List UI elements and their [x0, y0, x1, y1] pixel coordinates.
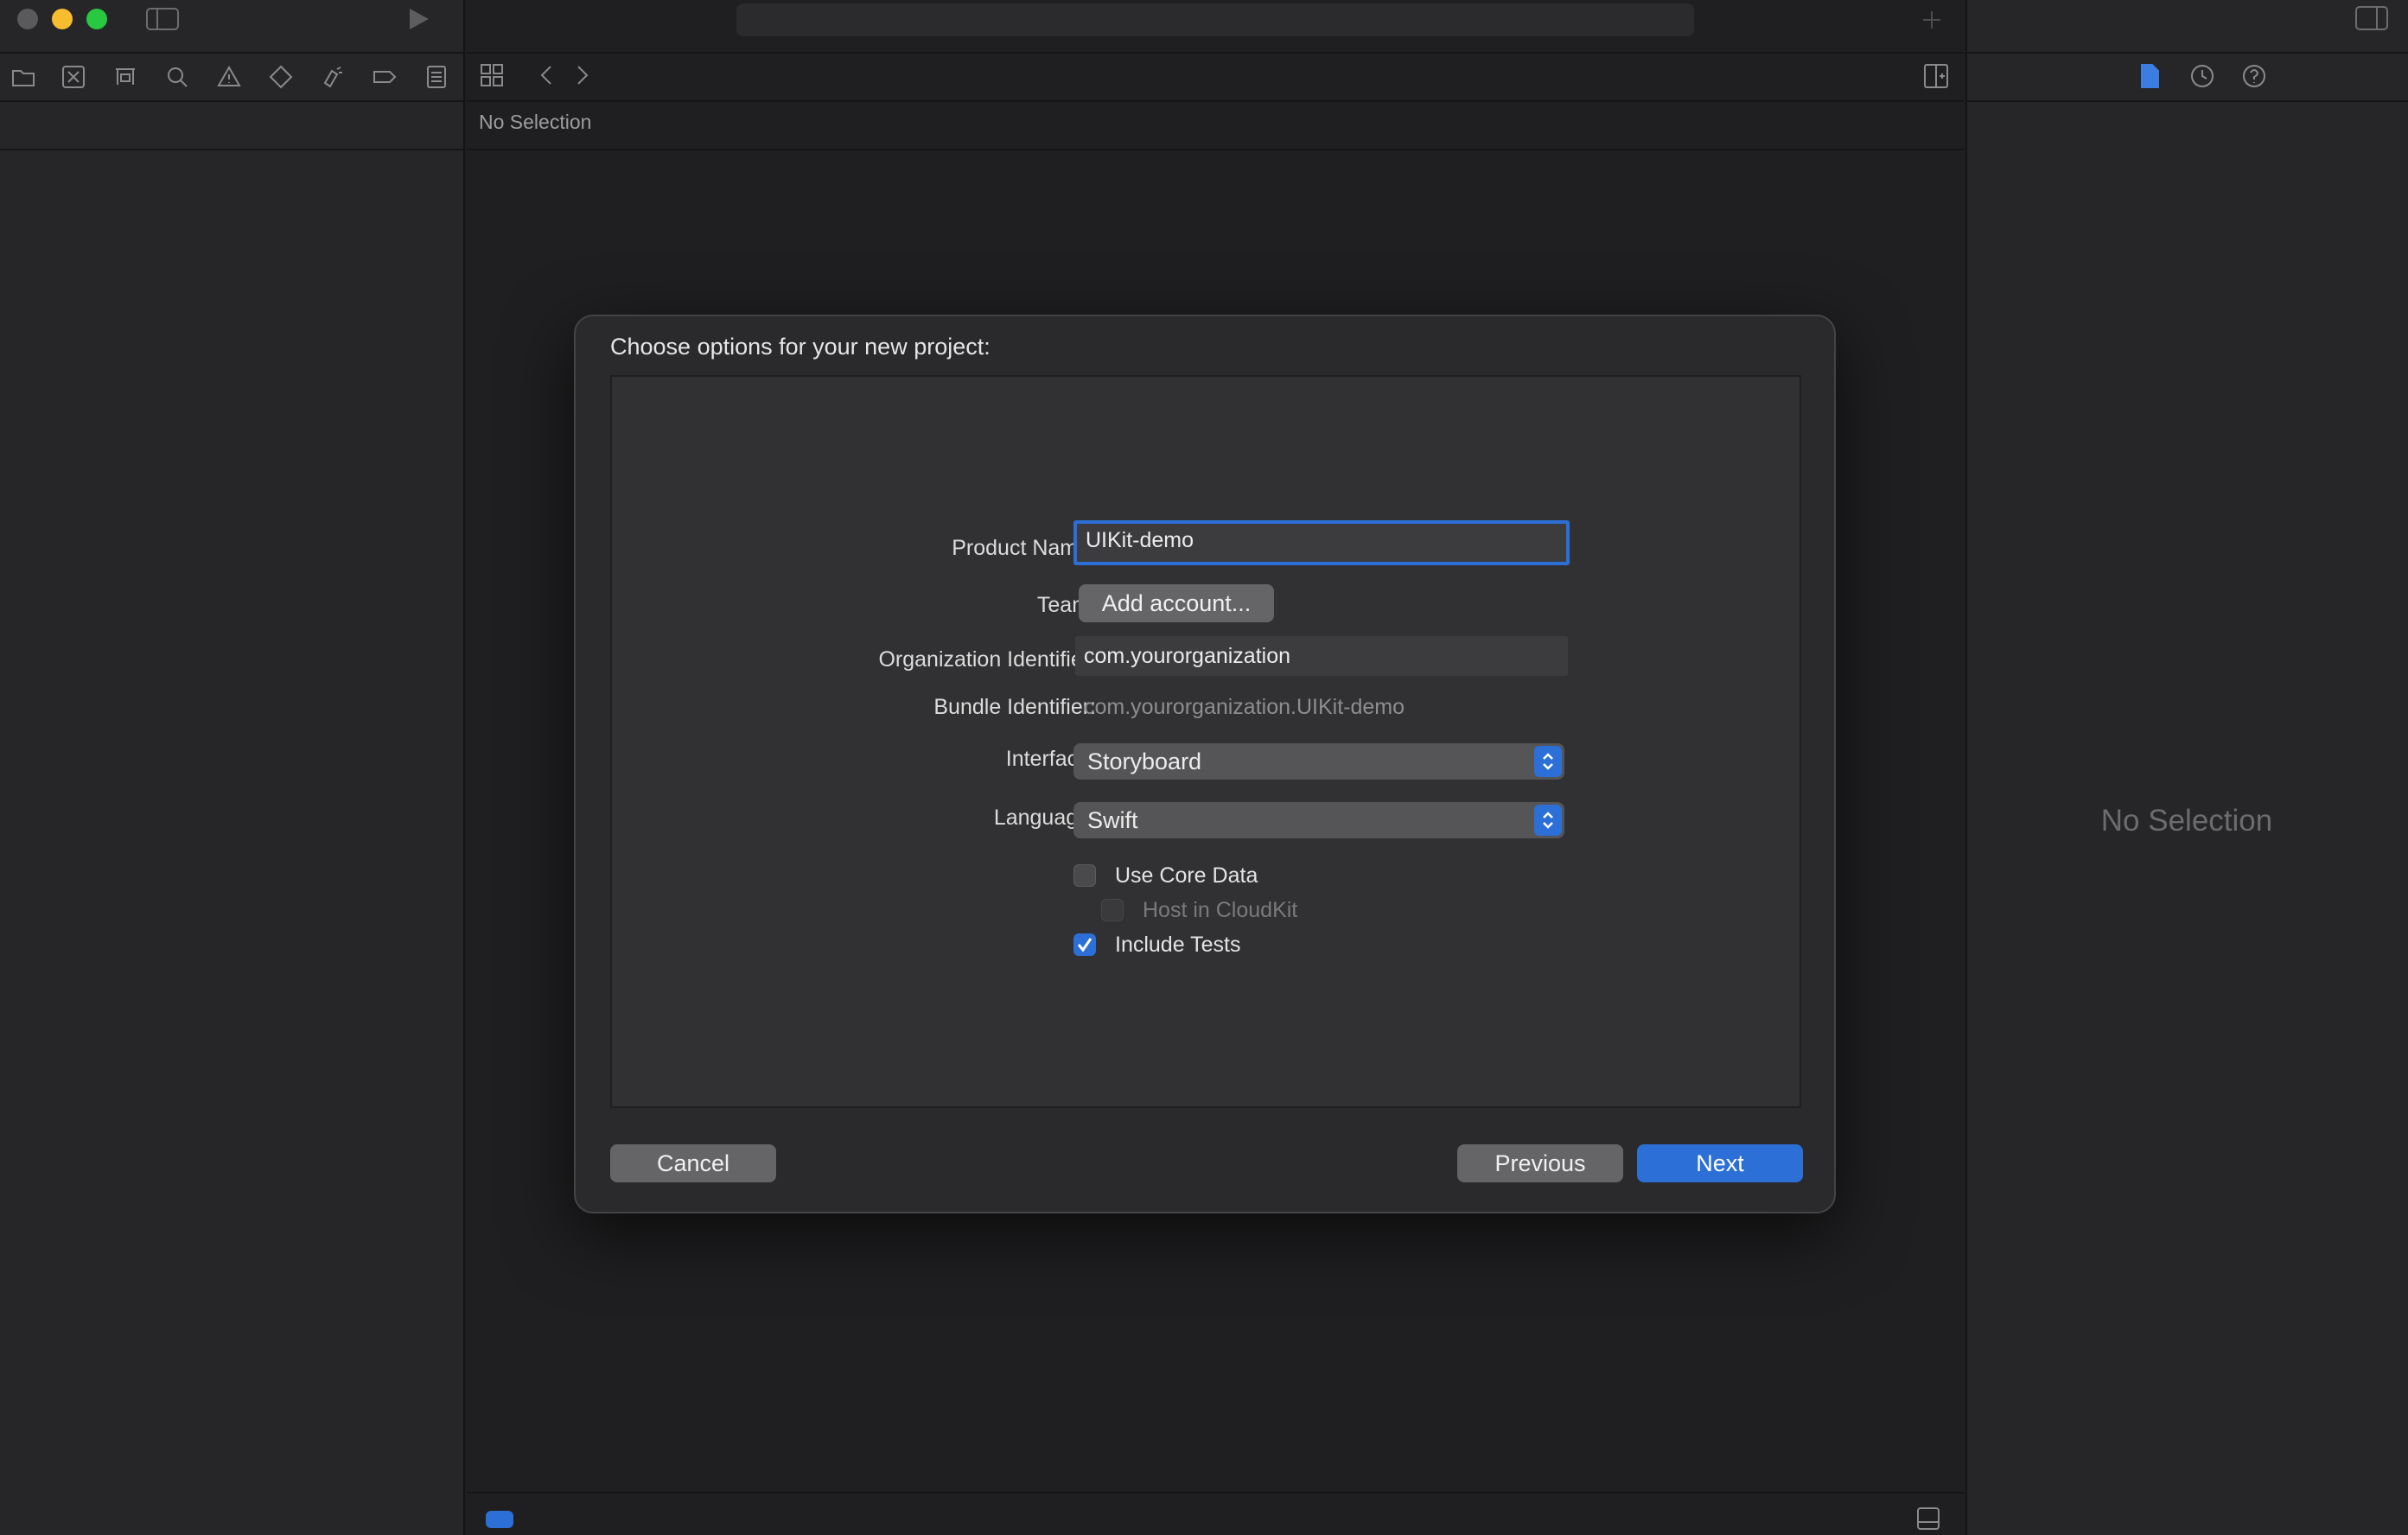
- debug-area-indicator-icon[interactable]: [486, 1511, 513, 1528]
- file-inspector-icon[interactable]: [2137, 62, 2163, 90]
- language-label: Language:: [993, 806, 1096, 830]
- breakpoint-icon[interactable]: [370, 62, 399, 92]
- inspector-empty-label: No Selection: [2100, 804, 2273, 838]
- organization-identifier-label: Organization Identifier:: [878, 647, 1096, 672]
- back-icon[interactable]: [534, 62, 560, 88]
- bundle-identifier-value: com.yourorganization.UIKit-demo: [1084, 695, 1405, 719]
- checkmark-icon: [1077, 938, 1093, 952]
- use-core-data-checkbox[interactable]: [1073, 864, 1096, 887]
- history-icon[interactable]: [2188, 62, 2216, 90]
- search-icon[interactable]: [162, 62, 192, 92]
- jump-bar-label: No Selection: [479, 111, 592, 133]
- product-name-label: Product Name:: [952, 536, 1096, 560]
- navigator-panel: [0, 0, 465, 1535]
- use-core-data-label: Use Core Data: [1115, 863, 1258, 888]
- options-panel: Product Name: UIKit-demo Team: Add accou…: [610, 375, 1801, 1108]
- help-icon[interactable]: [2240, 62, 2268, 90]
- test-icon[interactable]: [266, 62, 296, 92]
- next-button[interactable]: Next: [1637, 1144, 1803, 1182]
- include-tests-checkbox[interactable]: [1073, 933, 1096, 956]
- folder-icon[interactable]: [9, 62, 38, 92]
- add-icon[interactable]: [1919, 7, 1945, 33]
- close-window-button[interactable]: [17, 9, 38, 29]
- inspector-toggle-icon[interactable]: [2354, 5, 2389, 31]
- symbol-icon[interactable]: [111, 62, 140, 92]
- source-control-icon[interactable]: [59, 62, 88, 92]
- sidebar-toggle-icon[interactable]: [145, 7, 180, 31]
- forward-icon[interactable]: [569, 62, 595, 88]
- warning-icon[interactable]: [214, 62, 244, 92]
- chevron-updown-icon: [1534, 746, 1562, 777]
- organization-identifier-field[interactable]: com.yourorganization: [1075, 636, 1568, 676]
- interface-label: Interface:: [1005, 747, 1096, 771]
- add-account-button[interactable]: Add account...: [1079, 584, 1274, 622]
- host-in-cloudkit-label: Host in CloudKit: [1143, 898, 1298, 922]
- product-name-field[interactable]: UIKit-demo: [1073, 520, 1570, 565]
- interface-popup[interactable]: Storyboard: [1073, 743, 1564, 780]
- activity-viewer: [736, 3, 1694, 36]
- host-in-cloudkit-checkbox[interactable]: [1101, 899, 1124, 921]
- cancel-button[interactable]: Cancel: [610, 1144, 776, 1182]
- language-popup-value: Swift: [1087, 807, 1138, 833]
- team-label: Team:: [1036, 593, 1096, 617]
- minimize-window-button[interactable]: [52, 9, 73, 29]
- grid-icon[interactable]: [479, 62, 505, 88]
- interface-popup-value: Storyboard: [1087, 748, 1202, 774]
- dialog-title: Choose options for your new project:: [610, 334, 991, 360]
- split-editor-icon[interactable]: [1922, 62, 1950, 90]
- previous-button[interactable]: Previous: [1457, 1144, 1623, 1182]
- include-tests-label: Include Tests: [1115, 933, 1241, 957]
- zoom-window-button[interactable]: [86, 9, 107, 29]
- run-icon[interactable]: [405, 5, 432, 33]
- new-project-options-dialog: Choose options for your new project: Pro…: [574, 315, 1836, 1213]
- debug-area-toggle-icon[interactable]: [1915, 1506, 1941, 1532]
- chevron-updown-icon: [1534, 805, 1562, 836]
- inspector-panel: [1965, 0, 2408, 1535]
- debug-icon[interactable]: [318, 62, 347, 92]
- bundle-identifier-label: Bundle Identifier:: [933, 695, 1096, 719]
- language-popup[interactable]: Swift: [1073, 802, 1564, 838]
- report-icon[interactable]: [422, 62, 451, 92]
